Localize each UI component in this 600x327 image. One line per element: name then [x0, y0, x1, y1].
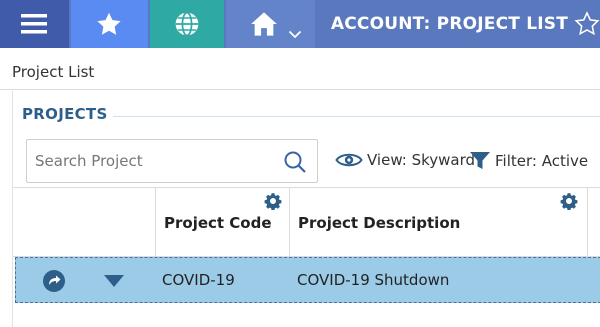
- home-button[interactable]: [226, 0, 315, 48]
- filter-label: Filter: Active: [495, 152, 589, 170]
- open-record-icon[interactable]: [42, 269, 66, 293]
- project-description-cell: COVID-19 Shutdown: [297, 271, 450, 289]
- table-header: Project Code Project Description: [13, 187, 600, 258]
- column-header-project-code[interactable]: Project Code: [155, 188, 289, 258]
- hamburger-menu-icon: [21, 14, 48, 34]
- table-row[interactable]: COVID-19 COVID-19 Shutdown: [15, 257, 600, 303]
- eye-icon: [335, 153, 363, 167]
- filter-selector[interactable]: Filter: Active: [469, 151, 588, 171]
- breadcrumb: Project List: [0, 48, 600, 90]
- star-icon: [97, 12, 121, 35]
- page-title: ACCOUNT: PROJECT LIST: [330, 14, 568, 34]
- gear-icon[interactable]: [264, 192, 282, 210]
- view-label: View: Skyward: [367, 151, 476, 169]
- breadcrumb-label[interactable]: Project List: [12, 63, 94, 81]
- project-code-cell: COVID-19: [162, 271, 235, 289]
- view-selector[interactable]: View: Skyward: [335, 151, 475, 169]
- globe-icon: [175, 11, 199, 37]
- column-header-next[interactable]: [587, 188, 600, 258]
- column-header-project-description[interactable]: Project Description: [289, 188, 587, 258]
- section-title: PROJECTS: [22, 105, 108, 123]
- star-outline-icon[interactable]: [574, 11, 600, 37]
- favorites-button[interactable]: [70, 0, 148, 48]
- home-icon: [250, 12, 277, 36]
- globe-button[interactable]: [149, 0, 225, 48]
- menu-button[interactable]: [0, 0, 69, 48]
- section-divider: [113, 116, 600, 117]
- gear-icon[interactable]: [560, 192, 578, 210]
- expand-row-icon[interactable]: [104, 275, 124, 287]
- search-box: [26, 139, 318, 183]
- chevron-down-icon[interactable]: [288, 30, 302, 39]
- search-icon[interactable]: [283, 150, 307, 174]
- column-label: Project Description: [298, 214, 461, 232]
- projects-table: Project Code Project Description COVID-1…: [13, 187, 600, 327]
- top-navigation-bar: ACCOUNT: PROJECT LIST: [0, 0, 600, 48]
- column-label: Project Code: [164, 214, 272, 232]
- page-header: ACCOUNT: PROJECT LIST: [316, 0, 600, 48]
- filter-icon: [470, 152, 490, 169]
- search-input[interactable]: [35, 152, 275, 170]
- projects-panel: PROJECTS View: Skyward Filter: Active: [12, 91, 600, 327]
